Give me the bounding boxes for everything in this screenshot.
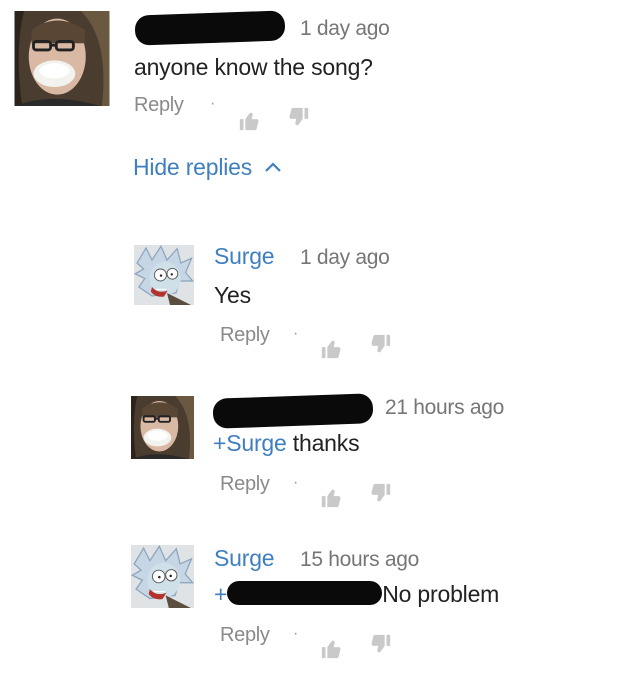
redacted-mention <box>227 581 383 605</box>
chevron-up-icon <box>265 162 282 172</box>
separator-dot: · <box>210 95 216 112</box>
reply-button[interactable]: Reply <box>220 473 270 496</box>
hide-replies-button[interactable]: Hide replies <box>133 154 282 181</box>
avatar-image <box>134 244 194 306</box>
comment-text: Yes <box>214 282 251 308</box>
separator-dot: · <box>293 474 299 491</box>
avatar[interactable] <box>131 545 194 608</box>
comment-timestamp[interactable]: 21 hours ago <box>385 396 504 420</box>
avatar[interactable] <box>14 11 110 106</box>
hide-replies-label: Hide replies <box>133 154 253 180</box>
avatar-image <box>131 545 194 608</box>
thumbs-down-icon[interactable] <box>370 482 392 504</box>
comment-author[interactable]: Surge <box>214 243 275 270</box>
avatar-image <box>14 11 110 106</box>
thumbs-down-icon[interactable] <box>370 633 392 655</box>
redacted-username <box>134 10 286 46</box>
thumbs-down-icon[interactable] <box>370 333 392 355</box>
avatar-image <box>131 396 194 459</box>
comment-text-body: No problem <box>382 581 500 607</box>
comment-text-body: thanks <box>286 430 360 456</box>
reply-button[interactable]: Reply <box>220 624 270 647</box>
separator-dot: · <box>293 625 299 642</box>
reply-button[interactable]: Reply <box>134 94 184 117</box>
thumbs-up-icon[interactable] <box>320 338 342 360</box>
comment-text: anyone know the song? <box>134 54 373 80</box>
comment-author[interactable]: Surge <box>214 545 275 572</box>
avatar[interactable] <box>131 396 194 459</box>
thumbs-up-icon[interactable] <box>320 487 342 509</box>
mention-link[interactable]: + <box>214 581 227 607</box>
thumbs-up-icon[interactable] <box>238 110 260 132</box>
comment-timestamp[interactable]: 1 day ago <box>300 246 390 270</box>
redacted-username <box>212 393 374 429</box>
separator-dot: · <box>293 325 299 342</box>
comment-timestamp[interactable]: 15 hours ago <box>300 548 419 572</box>
avatar[interactable] <box>134 244 194 306</box>
thumbs-down-icon[interactable] <box>288 106 310 128</box>
comment-text: +Surge thanks <box>213 430 360 457</box>
thumbs-up-icon[interactable] <box>320 638 342 660</box>
reply-button[interactable]: Reply <box>220 324 270 347</box>
mention-link[interactable]: +Surge <box>213 430 287 456</box>
comment-timestamp[interactable]: 1 day ago <box>300 17 390 41</box>
comment-text: + No problem <box>214 581 499 608</box>
